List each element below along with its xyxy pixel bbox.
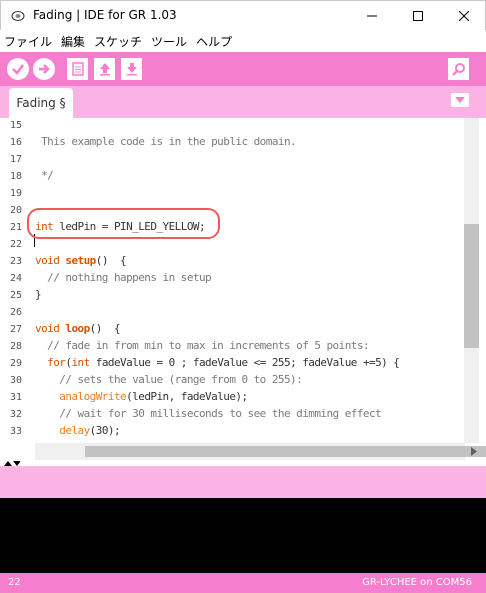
- horizontal-scroll-thumb[interactable]: [85, 446, 486, 457]
- status-board: GR-LYCHEE on COM56: [362, 577, 472, 588]
- line-number: 17: [9, 154, 22, 165]
- line-number-gutter: 15 16 17 18 19 20 21 22 23 24 25 26 27 28 29 30 31 32 33: [0, 118, 28, 443]
- line-number: 33: [9, 426, 22, 437]
- horizontal-scrollbar[interactable]: [0, 443, 486, 460]
- status-bar: 22 GR-LYCHEE on COM56: [0, 573, 486, 593]
- verify-icon: [12, 64, 25, 75]
- menu-bar: ファイル 編集 スケッチ ツール ヘルプ: [0, 30, 486, 52]
- code-line-27: void loop() {: [35, 322, 121, 335]
- window-title: Fading | IDE for GR 1.03: [33, 8, 177, 22]
- line-number: 23: [9, 256, 22, 267]
- save-button[interactable]: [121, 58, 142, 80]
- code-editor[interactable]: 15 16 17 18 19 20 21 22 23 24 25 26 27 28 29 30 31 32 33 T…: [0, 118, 486, 443]
- open-up-arrow-icon: [99, 63, 110, 76]
- menu-help[interactable]: ヘルプ: [196, 33, 232, 50]
- serial-monitor-button[interactable]: [448, 58, 469, 80]
- menu-sketch[interactable]: スケッチ: [94, 33, 142, 50]
- close-button[interactable]: [441, 1, 486, 31]
- code-line-33: delay(30);: [59, 424, 121, 437]
- horizontal-scroll-track: [35, 443, 486, 460]
- menu-file[interactable]: ファイル: [4, 33, 52, 50]
- maximize-icon: [413, 11, 423, 21]
- minimize-icon: [367, 15, 377, 17]
- code-line-18: */: [35, 169, 54, 182]
- triangle-down-icon: [455, 97, 465, 103]
- tab-menu-button[interactable]: [451, 93, 469, 107]
- minimize-button[interactable]: [349, 1, 395, 31]
- console-output: [0, 498, 486, 573]
- line-number: 22: [9, 239, 22, 250]
- line-number: 31: [9, 392, 22, 403]
- line-number: 18: [9, 171, 22, 182]
- toolbar: [0, 52, 486, 86]
- save-down-arrow-icon: [126, 63, 137, 76]
- code-line-30: // sets the value (range from 0 to 255):: [35, 373, 303, 386]
- code-line-31: analogWrite(ledPin, fadeValue);: [59, 390, 248, 403]
- message-area: [0, 466, 486, 498]
- line-number: 29: [9, 358, 22, 369]
- vertical-scrollbar[interactable]: [464, 118, 479, 443]
- tab-fading[interactable]: Fading §: [9, 88, 73, 118]
- line-number: 24: [9, 273, 22, 284]
- maximize-button[interactable]: [395, 1, 441, 31]
- scroll-right-icon[interactable]: [470, 447, 478, 456]
- upload-arrow-icon: [39, 64, 50, 74]
- close-icon: [459, 11, 469, 21]
- app-icon: [11, 11, 25, 21]
- line-number: 26: [9, 307, 22, 318]
- menu-edit[interactable]: 編集: [61, 33, 85, 50]
- vertical-scroll-thumb[interactable]: [464, 224, 479, 348]
- line-number: 15: [9, 120, 22, 131]
- highlight-annotation: [27, 208, 220, 239]
- tab-bar: Fading §: [0, 86, 486, 118]
- code-line-32: // wait for 30 milliseconds to see the d…: [35, 407, 382, 420]
- code-line-16: This example code is in the public domai…: [35, 135, 297, 148]
- new-document-icon: [71, 62, 84, 76]
- line-number: 25: [9, 290, 22, 301]
- line-number: 27: [9, 324, 22, 335]
- code-line-29: for(int fadeValue = 0 ; fadeValue <= 255…: [47, 356, 400, 369]
- line-number: 32: [9, 409, 22, 420]
- new-button[interactable]: [67, 58, 88, 80]
- line-number: 28: [9, 341, 22, 352]
- line-number: 21: [9, 222, 22, 233]
- line-number: 16: [9, 137, 22, 148]
- magnifier-icon: [451, 63, 465, 76]
- verify-button[interactable]: [7, 58, 29, 80]
- code-line-28: // fade in from min to max in increments…: [35, 339, 369, 352]
- status-line-number: 22: [8, 577, 21, 588]
- menu-tools[interactable]: ツール: [151, 33, 187, 50]
- title-bar: Fading | IDE for GR 1.03: [0, 0, 486, 30]
- code-line-23: void setup() {: [35, 254, 127, 267]
- line-number: 19: [9, 188, 22, 199]
- upload-button[interactable]: [33, 58, 55, 80]
- code-line-25: }: [35, 288, 42, 301]
- line-number: 20: [9, 205, 22, 216]
- code-line-24: // nothing happens in setup: [35, 271, 212, 284]
- line-number: 30: [9, 375, 22, 386]
- open-button[interactable]: [94, 58, 115, 80]
